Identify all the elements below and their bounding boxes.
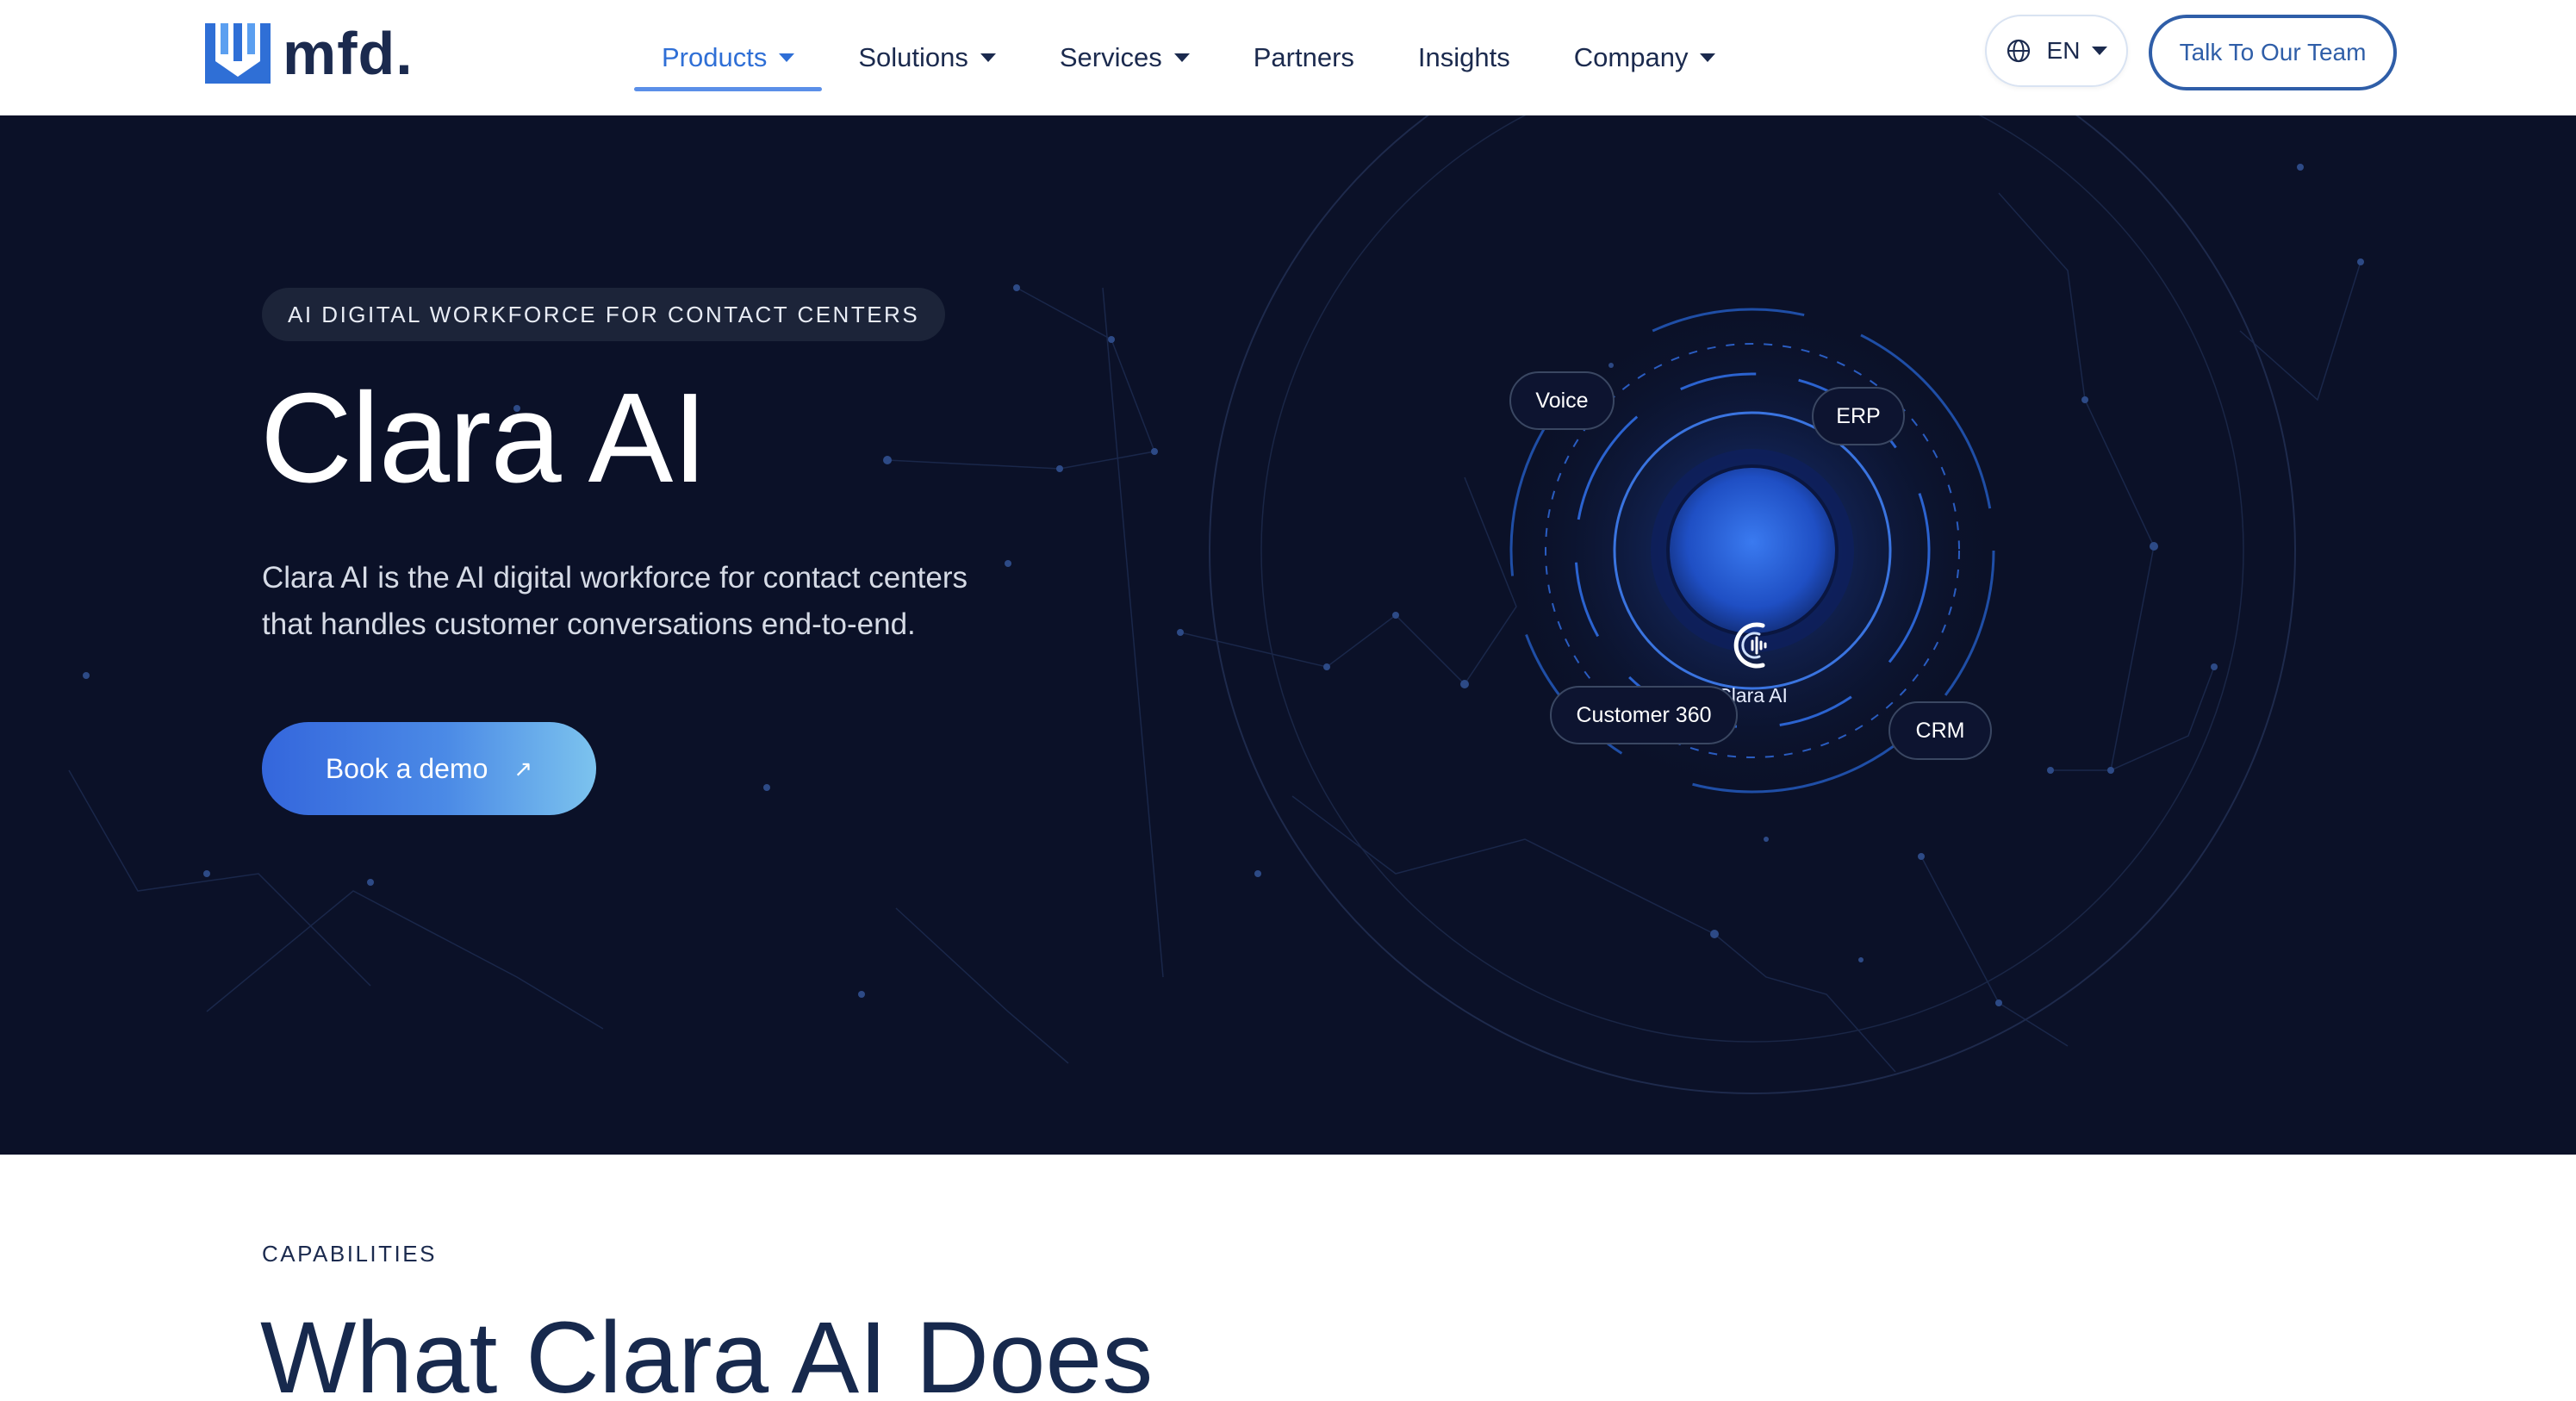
hero-description-line-2: that handles customer conversations end-… <box>262 607 916 641</box>
nav-solutions-label: Solutions <box>858 42 968 72</box>
nav-company[interactable]: Company <box>1574 0 1716 115</box>
nav-products[interactable]: Products <box>633 0 823 115</box>
nav-partners-label: Partners <box>1253 42 1354 72</box>
top-navigation: mfd. Products Solutions Services Partner… <box>0 0 2576 115</box>
nav-services-label: Services <box>1059 42 1162 72</box>
capabilities-label: CAPABILITIES <box>262 1241 437 1267</box>
clara-ai-logo-icon <box>1733 622 1767 669</box>
talk-to-team-button[interactable]: Talk To Our Team <box>2149 15 2397 90</box>
mfd-logo[interactable]: mfd. <box>205 19 414 88</box>
language-selector[interactable]: EN <box>1985 15 2128 87</box>
hero-description-line-1: Clara AI is the AI digital workforce for… <box>262 561 968 595</box>
talk-to-team-label: Talk To Our Team <box>2179 39 2367 65</box>
language-label: EN <box>2046 37 2081 64</box>
globe-icon <box>2007 39 2030 63</box>
main-menu: Products Solutions Services Partners Ins… <box>633 0 1779 115</box>
book-demo-button[interactable]: Book a demo ↗ <box>262 722 596 815</box>
hero-section: Clara AI Voice ERP Customer 360 CRM AI D… <box>0 115 2576 1155</box>
arrow-up-right-icon: ↗ <box>513 755 533 781</box>
book-demo-label: Book a demo <box>325 752 488 784</box>
chevron-down-icon <box>1700 53 1716 62</box>
nav-company-label: Company <box>1573 42 1689 72</box>
chevron-down-icon <box>980 53 996 62</box>
nav-partners[interactable]: Partners <box>1254 0 1354 115</box>
nav-services[interactable]: Services <box>1060 0 1190 115</box>
logo-text: mfd. <box>283 20 414 87</box>
chevron-down-icon <box>779 53 795 62</box>
node-crm: CRM <box>1888 701 1992 760</box>
nav-products-label: Products <box>662 42 768 72</box>
nav-insights-label: Insights <box>1417 42 1510 72</box>
nav-insights[interactable]: Insights <box>1418 0 1510 115</box>
hero-description: Clara AI is the AI digital workforce for… <box>262 555 1089 648</box>
hero-eyebrow: AI DIGITAL WORKFORCE FOR CONTACT CENTERS <box>262 288 946 341</box>
chevron-down-icon <box>2092 47 2108 55</box>
nav-solutions[interactable]: Solutions <box>858 0 996 115</box>
node-customer-360: Customer 360 <box>1550 686 1738 744</box>
hero-title: Clara AI <box>260 367 707 509</box>
capabilities-title: What Clara AI Does <box>260 1301 1154 1401</box>
node-voice: Voice <box>1509 371 1615 430</box>
chevron-down-icon <box>1173 53 1190 62</box>
node-erp: ERP <box>1812 387 1905 445</box>
mfd-logo-icon <box>205 23 271 84</box>
